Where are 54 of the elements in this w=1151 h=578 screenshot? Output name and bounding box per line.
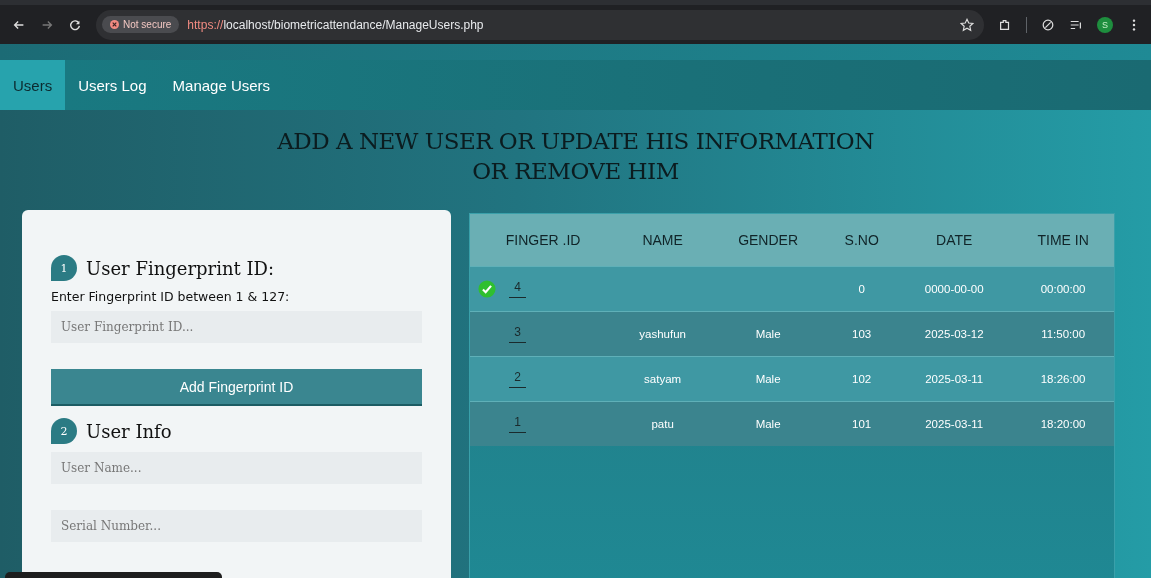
page-heading: ADD A NEW USER OR UPDATE HIS INFORMATION OR REMOVE HIM: [276, 127, 875, 186]
security-chip[interactable]: Not secure: [102, 16, 180, 33]
input-field[interactable]: Serial Number...: [51, 510, 422, 542]
table-cell: Male: [709, 401, 828, 446]
input-field[interactable]: User Name...: [51, 452, 422, 484]
extension-icon[interactable]: [998, 17, 1012, 32]
step-badge: 1: [51, 255, 77, 281]
table-cell: yashufun: [616, 311, 710, 357]
table-cell: 2025-03-11: [896, 356, 1013, 402]
finger-id-link[interactable]: 1: [509, 415, 526, 433]
table-cell: 18:26:00: [1012, 356, 1114, 402]
table-cell: satyam: [616, 356, 710, 402]
table-row[interactable]: 2 satyam Male 102 2025-03-11 18:26:00: [470, 356, 1114, 402]
table-cell: Male: [709, 356, 828, 402]
column-header: TIME IN: [1012, 214, 1114, 267]
star-icon[interactable]: [960, 17, 974, 32]
security-label: Not secure: [123, 19, 172, 30]
add-fingerprint-button[interactable]: Add Fingerprint ID: [51, 369, 422, 406]
warning-icon: [110, 20, 119, 29]
column-header: GENDER: [709, 214, 828, 267]
address-bar[interactable]: Not secure https://localhost/biometricattendance/ManageUsers.php: [96, 9, 984, 40]
nav-tab[interactable]: Users: [0, 60, 66, 110]
profile-avatar[interactable]: S: [1097, 16, 1113, 33]
field-hint: Enter Fingerprint ID between 1 & 127:: [51, 289, 291, 304]
table-cell: 103: [827, 311, 897, 357]
table-cell: 2025-03-12: [896, 311, 1013, 357]
table-row[interactable]: 3 yashufun Male 103 2025-03-12 11:50:00: [470, 311, 1114, 357]
table-cell: 102: [827, 356, 897, 402]
section-title: User Info: [86, 420, 172, 442]
table-cell: 0000-00-00: [896, 266, 1013, 312]
nav-tab[interactable]: Manage Users: [159, 60, 284, 110]
nav-tab[interactable]: Users Log: [65, 60, 160, 110]
url-text: https://localhost/biometricattendance/ManageUsers.php: [187, 17, 485, 32]
section-title: User Fingerprint ID:: [86, 257, 275, 279]
step-badge: 2: [51, 418, 77, 444]
table-cell: Male: [709, 311, 828, 357]
table-cell: 2025-03-11: [896, 401, 1013, 446]
column-header: S.NO: [827, 214, 897, 267]
reload-icon[interactable]: [68, 17, 82, 32]
input-field[interactable]: User Fingerprint ID...: [51, 311, 422, 343]
table-cell: patu: [616, 401, 710, 446]
finger-id-link[interactable]: 3: [509, 325, 526, 343]
finger-id-link[interactable]: 2: [509, 370, 526, 388]
table-row[interactable]: 4 0 0000-00-00 00:00:00: [470, 266, 1114, 312]
column-header: FINGER .ID: [470, 214, 617, 267]
column-header: DATE: [896, 214, 1013, 267]
table-cell: 0: [827, 266, 897, 312]
table-cell: 101: [827, 401, 897, 446]
table-cell: 18:20:00: [1012, 401, 1114, 446]
table-cell: 11:50:00: [1012, 311, 1114, 357]
finger-id-link[interactable]: 4: [509, 280, 526, 298]
table-cell: 00:00:00: [1012, 266, 1114, 312]
table-row[interactable]: 1 patu Male 101 2025-03-11 18:20:00: [470, 401, 1114, 446]
column-header: NAME: [616, 214, 710, 267]
